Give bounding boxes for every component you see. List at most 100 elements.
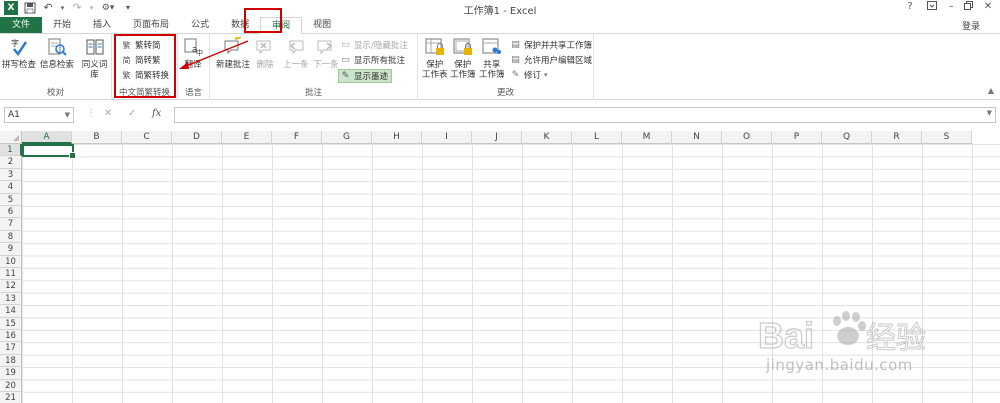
collapse-ribbon-icon[interactable]: ▲ xyxy=(988,86,994,95)
next-comment-button[interactable]: 下一条 xyxy=(313,37,339,70)
restore-icon[interactable] xyxy=(962,1,976,13)
show-ink-button[interactable]: ✎ 显示墨迹 xyxy=(338,69,393,83)
allow-edit-ranges-button[interactable]: ▤ 允许用户编辑区域 xyxy=(510,54,592,66)
formula-input[interactable]: ▼ xyxy=(174,107,996,123)
show-all-comments-icon: ▭ xyxy=(341,55,350,65)
svg-text:中: 中 xyxy=(196,48,203,57)
translate-icon: a中 xyxy=(183,37,203,57)
row-header-2[interactable]: 2 xyxy=(0,156,22,169)
tab-insert[interactable]: 插入 xyxy=(82,17,122,33)
column-header-r[interactable]: R xyxy=(872,131,922,144)
research-button[interactable]: 信息检索 xyxy=(40,37,74,70)
column-header-f[interactable]: F xyxy=(272,131,322,144)
row-header-6[interactable]: 6 xyxy=(0,206,22,219)
column-header-j[interactable]: J xyxy=(472,131,522,144)
row-header-14[interactable]: 14 xyxy=(0,305,22,318)
chinese-conversion-highlight-box xyxy=(114,34,176,98)
insert-function-icon[interactable]: fx xyxy=(152,108,161,119)
tab-view[interactable]: 视图 xyxy=(302,17,342,33)
show-all-comments-button[interactable]: ▭ 显示所有批注 xyxy=(340,54,405,66)
row-header-7[interactable]: 7 xyxy=(0,218,22,231)
column-header-d[interactable]: D xyxy=(172,131,222,144)
formula-bar-more-icon: ⋮ xyxy=(86,108,96,119)
active-cell[interactable] xyxy=(22,144,76,159)
tab-file[interactable]: 文件 xyxy=(0,17,43,33)
row-header-9[interactable]: 9 xyxy=(0,243,22,256)
close-icon[interactable]: ✕ xyxy=(981,1,995,12)
row-header-3[interactable]: 3 xyxy=(0,168,22,182)
row-header-19[interactable]: 19 xyxy=(0,367,22,380)
confirm-entry-icon[interactable]: ✓ xyxy=(128,108,136,119)
row-header-8[interactable]: 8 xyxy=(0,230,22,244)
changes-group-label: 更改 xyxy=(496,88,514,98)
column-header-c[interactable]: C xyxy=(122,131,172,144)
watermark-url: jingyan.baidu.com xyxy=(766,356,913,374)
column-header-p[interactable]: P xyxy=(772,131,822,144)
protect-sheet-button[interactable]: 保护 工作表 xyxy=(422,37,448,80)
row-header-18[interactable]: 18 xyxy=(0,354,22,368)
comments-group-label: 批注 xyxy=(304,88,322,98)
track-changes-button[interactable]: ✎ 修订 ▾ xyxy=(510,69,548,81)
name-box-dropdown-icon[interactable]: ▼ xyxy=(65,108,70,122)
row-header-15[interactable]: 15 xyxy=(0,317,22,330)
select-all-button[interactable] xyxy=(0,131,22,144)
row-header-20[interactable]: 20 xyxy=(0,379,22,392)
row-header-10[interactable]: 10 xyxy=(0,255,22,268)
delete-comment-button[interactable]: 删除 xyxy=(255,37,275,70)
svg-text:字: 字 xyxy=(11,38,19,48)
column-header-s[interactable]: S xyxy=(922,131,972,144)
previous-comment-button[interactable]: 上一条 xyxy=(283,37,309,70)
translate-button[interactable]: a中 翻译 xyxy=(183,37,203,70)
research-icon xyxy=(47,37,67,57)
protect-share-workbook-button[interactable]: ▤ 保护并共享工作簿 xyxy=(510,39,592,51)
protect-workbook-button[interactable]: 保护 工作簿 xyxy=(450,37,476,80)
column-header-e[interactable]: E xyxy=(222,131,272,144)
name-box[interactable]: A1 ▼ xyxy=(4,107,74,123)
spelling-button[interactable]: 字 拼写检查 xyxy=(2,37,36,70)
tab-page-layout[interactable]: 页面布局 xyxy=(122,17,180,33)
column-header-h[interactable]: H xyxy=(372,131,422,144)
show-hide-comment-button[interactable]: ▭ 显示/隐藏批注 xyxy=(340,39,408,51)
column-header-l[interactable]: L xyxy=(572,131,622,144)
share-workbook-button[interactable]: 共享 工作簿 xyxy=(479,37,505,80)
row-header-13[interactable]: 13 xyxy=(0,292,22,306)
formula-bar: A1 ▼ ⋮ ✕ ✓ fx ▼ xyxy=(0,104,1000,126)
tab-formulas[interactable]: 公式 xyxy=(180,17,220,33)
column-header-q[interactable]: Q xyxy=(822,131,872,144)
row-header-1[interactable]: 1 xyxy=(0,144,22,157)
tab-home[interactable]: 开始 xyxy=(42,17,82,33)
column-header-a[interactable]: A xyxy=(22,131,72,144)
column-header-m[interactable]: M xyxy=(622,131,672,144)
delete-comment-icon xyxy=(255,37,275,57)
window-title: 工作簿1 - Excel xyxy=(463,6,537,17)
cancel-entry-icon[interactable]: ✕ xyxy=(104,108,112,119)
row-header-21[interactable]: 21 xyxy=(0,392,22,403)
language-group: a中 翻译 语言 xyxy=(178,34,210,100)
proofing-group: 字 拼写检查 信息检索 同义词库 校对 xyxy=(0,34,112,100)
sign-in-link[interactable]: 登录 xyxy=(962,19,980,32)
column-header-k[interactable]: K xyxy=(522,131,572,144)
row-header-11[interactable]: 11 xyxy=(0,268,22,281)
row-header-5[interactable]: 5 xyxy=(0,193,22,206)
column-header-o[interactable]: O xyxy=(722,131,772,144)
row-header-4[interactable]: 4 xyxy=(0,181,22,194)
minimize-icon[interactable]: – xyxy=(944,1,958,12)
help-button[interactable]: ? xyxy=(903,1,917,12)
protect-sheet-icon xyxy=(425,37,445,57)
column-header-i[interactable]: I xyxy=(422,131,472,144)
expand-formula-bar-icon[interactable]: ▼ xyxy=(987,109,992,117)
new-comment-button[interactable]: 新建批注 xyxy=(216,37,250,70)
ink-pen-icon: ✎ xyxy=(341,71,350,81)
column-header-g[interactable]: G xyxy=(322,131,372,144)
thesaurus-button[interactable]: 同义词库 xyxy=(78,37,111,80)
ribbon-display-options-icon[interactable] xyxy=(925,1,939,13)
new-comment-icon xyxy=(223,37,243,57)
thesaurus-icon xyxy=(85,37,105,57)
row-header-16[interactable]: 16 xyxy=(0,330,22,343)
row-header-12[interactable]: 12 xyxy=(0,280,22,293)
protect-workbook-icon xyxy=(453,37,473,57)
column-header-b[interactable]: B xyxy=(72,131,122,144)
row-header-17[interactable]: 17 xyxy=(0,342,22,355)
language-group-label: 语言 xyxy=(184,88,202,98)
column-header-n[interactable]: N xyxy=(672,131,722,144)
